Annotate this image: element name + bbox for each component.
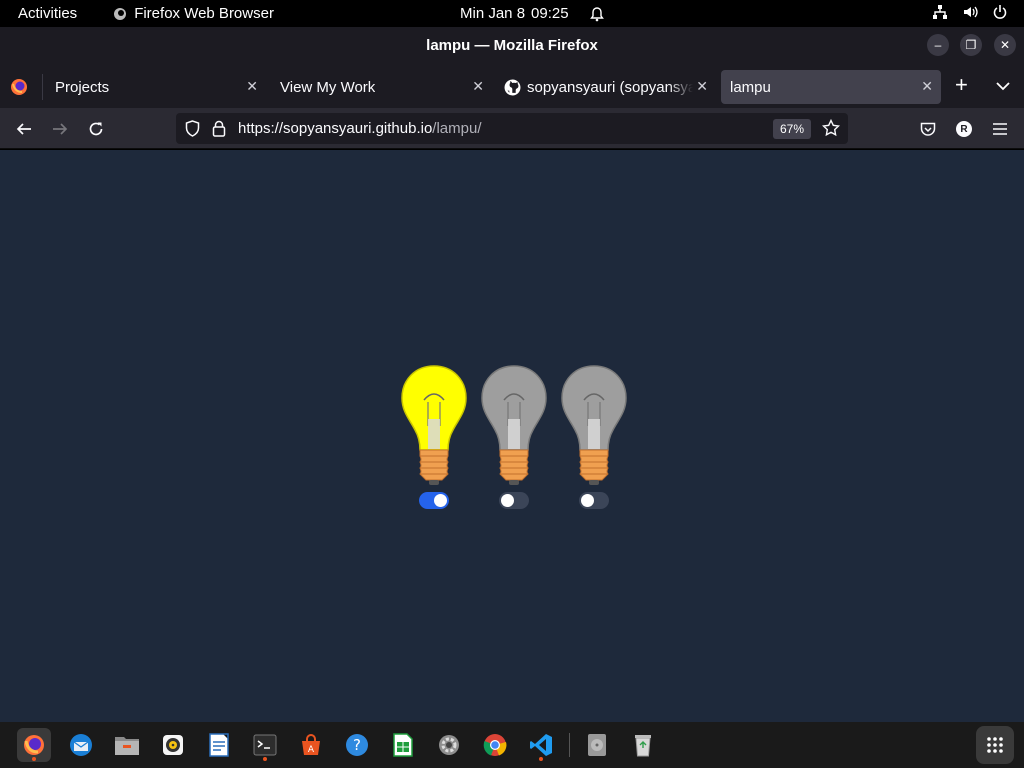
bell-icon bbox=[589, 6, 604, 21]
account-button[interactable]: R bbox=[951, 116, 977, 142]
firefox-small-icon bbox=[114, 7, 127, 20]
app-menu-button[interactable] bbox=[987, 116, 1013, 142]
navigation-toolbar: https://sopyansyauri.github.io/lampu/ 67… bbox=[0, 108, 1024, 149]
toggle-knob bbox=[434, 494, 447, 507]
dock-thunderbird-icon[interactable] bbox=[64, 728, 98, 762]
activities-button[interactable]: Activities bbox=[18, 5, 77, 22]
close-tab-icon[interactable]: ✕ bbox=[472, 78, 484, 95]
close-tab-icon[interactable]: ✕ bbox=[921, 78, 933, 95]
shield-icon[interactable] bbox=[185, 120, 200, 142]
close-window-button[interactable]: ✕ bbox=[994, 34, 1016, 56]
close-tab-icon[interactable]: ✕ bbox=[696, 78, 708, 95]
tab-label: View My Work bbox=[280, 78, 376, 96]
reload-icon bbox=[89, 122, 103, 136]
tab-label: Projects bbox=[55, 78, 110, 96]
tab-github-profile[interactable]: sopyansyauri (sopyansyauri) ✕ bbox=[494, 70, 716, 104]
dock-disk-icon[interactable] bbox=[580, 728, 614, 762]
zoom-indicator[interactable]: 67% bbox=[773, 119, 811, 139]
github-icon bbox=[504, 79, 521, 95]
tab-strip: Projects ✕ View My Work ✕ sopyansyauri (… bbox=[0, 64, 1024, 108]
lamp-toggle-switch[interactable] bbox=[499, 492, 529, 509]
dock-rhythmbox-icon[interactable] bbox=[156, 728, 190, 762]
tab-label: lampu bbox=[730, 78, 771, 96]
arrow-left-icon bbox=[16, 123, 31, 135]
lamp-toggle-switch[interactable] bbox=[579, 492, 609, 509]
dock-settings-icon[interactable] bbox=[432, 728, 466, 762]
light-bulb-icon bbox=[401, 365, 467, 485]
dock-help-icon[interactable]: ? bbox=[340, 728, 374, 762]
tab-projects[interactable]: Projects ✕ bbox=[44, 70, 266, 104]
power-icon bbox=[993, 5, 1007, 19]
light-bulb-icon bbox=[561, 365, 627, 485]
url-path: /lampu/ bbox=[432, 120, 482, 137]
account-avatar: R bbox=[956, 121, 972, 137]
dock-vscode-icon[interactable] bbox=[524, 728, 558, 762]
pocket-button[interactable] bbox=[915, 116, 941, 142]
minimize-button[interactable]: – bbox=[927, 34, 949, 56]
tab-view-my-work[interactable]: View My Work ✕ bbox=[268, 70, 492, 104]
page-content bbox=[0, 150, 1024, 722]
dock-calc-icon[interactable] bbox=[386, 728, 420, 762]
lamp-3 bbox=[558, 364, 630, 509]
reload-button[interactable] bbox=[83, 116, 109, 142]
dock-software-icon[interactable]: A bbox=[294, 728, 328, 762]
toggle-knob bbox=[581, 494, 594, 507]
hamburger-menu-icon bbox=[993, 123, 1007, 135]
toggle-knob bbox=[501, 494, 514, 507]
volume-icon bbox=[964, 6, 978, 18]
dock-trash-icon[interactable] bbox=[626, 728, 660, 762]
maximize-button[interactable]: ❐ bbox=[960, 34, 982, 56]
pocket-icon bbox=[920, 122, 936, 136]
bookmark-star-icon[interactable] bbox=[821, 118, 841, 142]
app-menu[interactable]: Firefox Web Browser bbox=[113, 5, 274, 22]
network-icon bbox=[933, 5, 947, 19]
clock-date: Min Jan 8 bbox=[460, 5, 526, 22]
tab-lampu[interactable]: lampu ✕ bbox=[721, 70, 941, 104]
lock-icon[interactable] bbox=[212, 120, 226, 142]
window-titlebar: lampu — Mozilla Firefox – ❐ ✕ bbox=[0, 27, 1024, 64]
svg-text:A: A bbox=[308, 745, 315, 755]
dock-terminal-icon[interactable] bbox=[248, 728, 282, 762]
arrow-right-icon bbox=[53, 123, 68, 135]
tab-label: sopyansyauri (sopyansyauri) bbox=[527, 78, 693, 96]
clock-time: 09:25 bbox=[531, 5, 569, 22]
back-button[interactable] bbox=[11, 116, 37, 142]
dock-writer-icon[interactable] bbox=[202, 728, 236, 762]
gnome-top-bar: Activities Firefox Web Browser Min Jan 8… bbox=[0, 0, 1024, 27]
window-title: lampu — Mozilla Firefox bbox=[426, 37, 598, 54]
lamp-row bbox=[398, 364, 630, 509]
url-host: https://sopyansyauri.github.io bbox=[238, 120, 433, 137]
lamp-1 bbox=[398, 364, 470, 509]
ubuntu-dock: A ? bbox=[0, 722, 1024, 768]
app-name-label: Firefox Web Browser bbox=[134, 5, 274, 22]
dock-chrome-icon[interactable] bbox=[478, 728, 512, 762]
forward-button[interactable] bbox=[47, 116, 73, 142]
light-bulb-icon bbox=[481, 365, 547, 485]
clock[interactable]: Min Jan 8 09:25 bbox=[460, 5, 605, 22]
chevron-down-icon bbox=[996, 82, 1010, 91]
lamp-toggle-switch[interactable] bbox=[419, 492, 449, 509]
dock-firefox-icon[interactable] bbox=[17, 728, 51, 762]
firefox-view-icon[interactable] bbox=[10, 78, 28, 101]
dock-files-icon[interactable] bbox=[110, 728, 144, 762]
svg-text:?: ? bbox=[353, 736, 361, 754]
new-tab-button[interactable]: + bbox=[955, 74, 968, 96]
list-all-tabs-button[interactable] bbox=[996, 78, 1010, 96]
system-tray[interactable] bbox=[932, 4, 1008, 20]
dock-app-grid-icon[interactable] bbox=[976, 726, 1014, 764]
lamp-2 bbox=[478, 364, 550, 509]
url-bar[interactable]: https://sopyansyauri.github.io/lampu/ 67… bbox=[176, 113, 848, 144]
close-tab-icon[interactable]: ✕ bbox=[246, 78, 258, 95]
url-text[interactable]: https://sopyansyauri.github.io/lampu/ bbox=[238, 120, 482, 137]
